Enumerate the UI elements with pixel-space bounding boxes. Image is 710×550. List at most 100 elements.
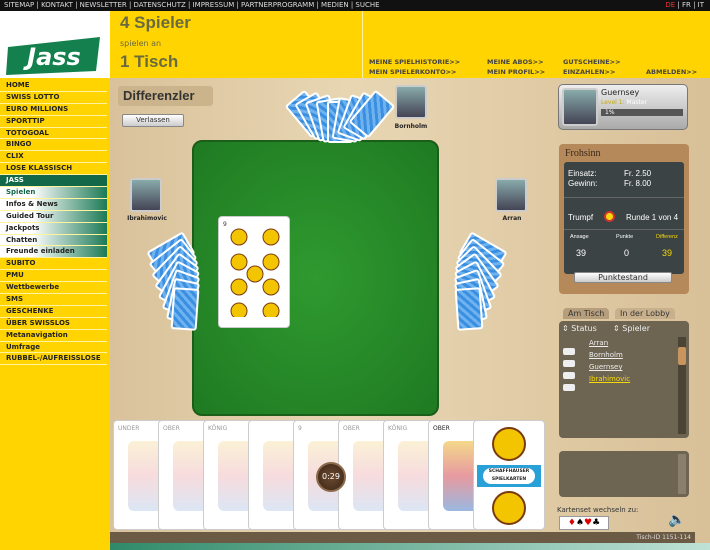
sidebar-item[interactable]: Umfrage bbox=[0, 342, 107, 354]
table-id: Tisch-ID 1151-114 bbox=[555, 532, 695, 543]
link-profil[interactable]: MEIN PROFIL>> bbox=[487, 68, 545, 76]
sidebar-item[interactable]: JASS bbox=[0, 175, 107, 188]
sidebar-item[interactable]: Freunde einladen bbox=[0, 246, 107, 259]
scrollbar[interactable] bbox=[678, 337, 686, 434]
player-link[interactable]: Ibrahimovic bbox=[589, 375, 630, 383]
card-back bbox=[454, 287, 484, 331]
sidebar-item[interactable]: CLIX bbox=[0, 151, 107, 164]
player-link[interactable]: Guernsey bbox=[589, 363, 622, 371]
card-label: UNDER bbox=[118, 425, 140, 432]
sidebar-item[interactable]: PMU bbox=[0, 270, 107, 283]
player-link[interactable]: Arran bbox=[589, 339, 608, 347]
cardset-french-button[interactable]: ♦♠♥♣ bbox=[559, 516, 609, 530]
sidebar-nav: HOME SWISS LOTTO EURO MILLIONS SPORTTIP TOTO… bbox=[0, 80, 107, 366]
sidebar-item[interactable]: Infos & News bbox=[0, 198, 107, 211]
link-spielhistorie[interactable]: MEINE SPIELHISTORIE>> bbox=[369, 58, 460, 66]
val-punkte: 0 bbox=[624, 248, 630, 258]
game-title: Differenzler bbox=[118, 86, 213, 106]
sidebar-item[interactable]: ÜBER SWISSLOS bbox=[0, 318, 107, 330]
profile-card: Guernsey Level 1: Master 1% bbox=[558, 84, 688, 130]
leave-button[interactable]: Verlassen bbox=[122, 114, 184, 127]
spielen-an: spielen an bbox=[120, 39, 162, 48]
avatar-bornholm bbox=[395, 85, 427, 119]
gewinn-label: Gewinn: bbox=[568, 179, 598, 188]
link-spielerkonto[interactable]: MEIN SPIELERKONTO>> bbox=[369, 68, 456, 76]
sidebar-item[interactable]: Chatten bbox=[0, 234, 107, 247]
top-links[interactable]: SITEMAP | KONTAKT | NEWSLETTER | DATENSC… bbox=[4, 1, 380, 9]
round-label: Runde 1 von 4 bbox=[626, 213, 679, 222]
trumpf-rose-icon bbox=[604, 211, 615, 222]
lang-de[interactable]: DE bbox=[665, 1, 675, 9]
lang-other[interactable]: | FR | IT bbox=[675, 1, 704, 9]
profile-progress: 1% bbox=[601, 109, 683, 116]
info-title: Frohsinn bbox=[565, 148, 601, 159]
avatar-arran bbox=[495, 178, 527, 212]
jass-logo[interactable]: Jass bbox=[4, 33, 104, 77]
game-info-panel: Frohsinn Einsatz: Fr. 2.50 Gewinn: Fr. 8… bbox=[559, 144, 689, 294]
sidebar-item[interactable]: Wettbewerbe bbox=[0, 282, 107, 295]
punktestand-button[interactable]: Punktestand bbox=[574, 272, 672, 283]
table-count: 1 Tisch bbox=[120, 52, 179, 71]
svg-text:Jass: Jass bbox=[23, 43, 81, 71]
sound-icon[interactable]: 🔈 bbox=[668, 512, 685, 528]
col-differenz: Differenz bbox=[656, 234, 678, 240]
sidebar-item[interactable]: SWISS LOTTO bbox=[0, 92, 107, 104]
player-count: 4 Spieler bbox=[120, 13, 191, 32]
tab-in-der-lobby[interactable]: In der Lobby bbox=[615, 308, 675, 319]
status-cards-icon bbox=[563, 384, 575, 391]
player-name-right: Arran bbox=[502, 215, 522, 222]
player-link[interactable]: Bornholm bbox=[589, 351, 623, 359]
header: 4 Spieler spielen an 1 Tisch MEINE SPIEL… bbox=[110, 11, 710, 78]
turn-timer: 0:29 bbox=[316, 462, 346, 492]
sidebar-item[interactable]: BINGO bbox=[0, 139, 107, 152]
tab-am-tisch[interactable]: Am Tisch bbox=[563, 308, 610, 319]
link-gutscheine[interactable]: GUTSCHEINE>> bbox=[563, 58, 621, 66]
card-back bbox=[170, 287, 200, 331]
card-label: KÖNIG bbox=[208, 425, 228, 432]
chat-panel bbox=[559, 451, 689, 497]
avatar-ibrahimovic bbox=[130, 178, 162, 212]
sidebar-item[interactable]: Metanavigation bbox=[0, 330, 107, 342]
card-label: OBER bbox=[163, 425, 180, 432]
logo-area: Jass bbox=[0, 11, 110, 78]
val-ansage: 39 bbox=[576, 248, 587, 258]
sidebar-item[interactable]: HOME bbox=[0, 80, 107, 92]
sort-status[interactable]: ⇕ Status bbox=[562, 324, 597, 333]
gewinn-value: Fr. 8.00 bbox=[624, 179, 652, 188]
sidebar-item[interactable]: SMS bbox=[0, 294, 107, 306]
einsatz-label: Einsatz: bbox=[568, 169, 597, 178]
card-brand: SCHAFFHAUSER SPIELKARTEN bbox=[488, 469, 530, 482]
profile-name: Guernsey bbox=[601, 88, 640, 97]
link-einzahlen[interactable]: EINZAHLEN>> bbox=[563, 68, 615, 76]
hand-card[interactable]: SCHAFFHAUSER SPIELKARTEN bbox=[473, 420, 545, 530]
player-name-left: Ibrahimovic bbox=[127, 215, 167, 222]
trick-card: 9 bbox=[218, 216, 290, 328]
card-label: OBER bbox=[343, 425, 360, 432]
sidebar-item[interactable]: SPORTTIP bbox=[0, 116, 107, 128]
schellen-pips bbox=[230, 228, 280, 317]
sidebar-item[interactable]: GESCHENKE bbox=[0, 306, 107, 318]
sidebar-item[interactable]: Guided Tour bbox=[0, 210, 107, 223]
player-list-item: Ibrahimovic bbox=[563, 375, 630, 395]
chat-scrollbar[interactable] bbox=[678, 454, 686, 494]
card-label: OBER bbox=[433, 425, 450, 432]
col-ansage: Ansage bbox=[570, 234, 589, 240]
sidebar-item[interactable]: Spielen bbox=[0, 187, 107, 199]
sidebar-item[interactable]: Jackpots bbox=[0, 222, 107, 235]
cardset-label: Kartenset wechseln zu: bbox=[557, 506, 639, 514]
card-label: KÖNIG bbox=[388, 425, 408, 432]
link-abmelden[interactable]: ABMELDEN>> bbox=[646, 68, 697, 76]
sidebar-item[interactable]: RUBBEL-/AUFREISSLOSE bbox=[0, 353, 107, 366]
profile-avatar bbox=[562, 88, 598, 126]
sidebar-item[interactable]: SUBITO bbox=[0, 258, 107, 271]
trumpf-label: Trumpf bbox=[568, 213, 594, 222]
sort-spieler[interactable]: ⇕ Spieler bbox=[613, 324, 650, 333]
sidebar-item[interactable]: LOSE KLASSISCH bbox=[0, 163, 107, 176]
sidebar-item[interactable]: EURO MILLIONS bbox=[0, 104, 107, 116]
link-abos[interactable]: MEINE ABOS>> bbox=[487, 58, 544, 66]
sidebar-item[interactable]: TOTOGOAL bbox=[0, 128, 107, 140]
col-punkte: Punkte bbox=[616, 234, 634, 240]
profile-level: Level 1: bbox=[601, 99, 625, 106]
top-bar: SITEMAP | KONTAKT | NEWSLETTER | DATENSC… bbox=[0, 0, 710, 11]
player-list-panel: ⇕ Status ⇕ Spieler Arran Bornholm Guernsey… bbox=[559, 321, 689, 438]
